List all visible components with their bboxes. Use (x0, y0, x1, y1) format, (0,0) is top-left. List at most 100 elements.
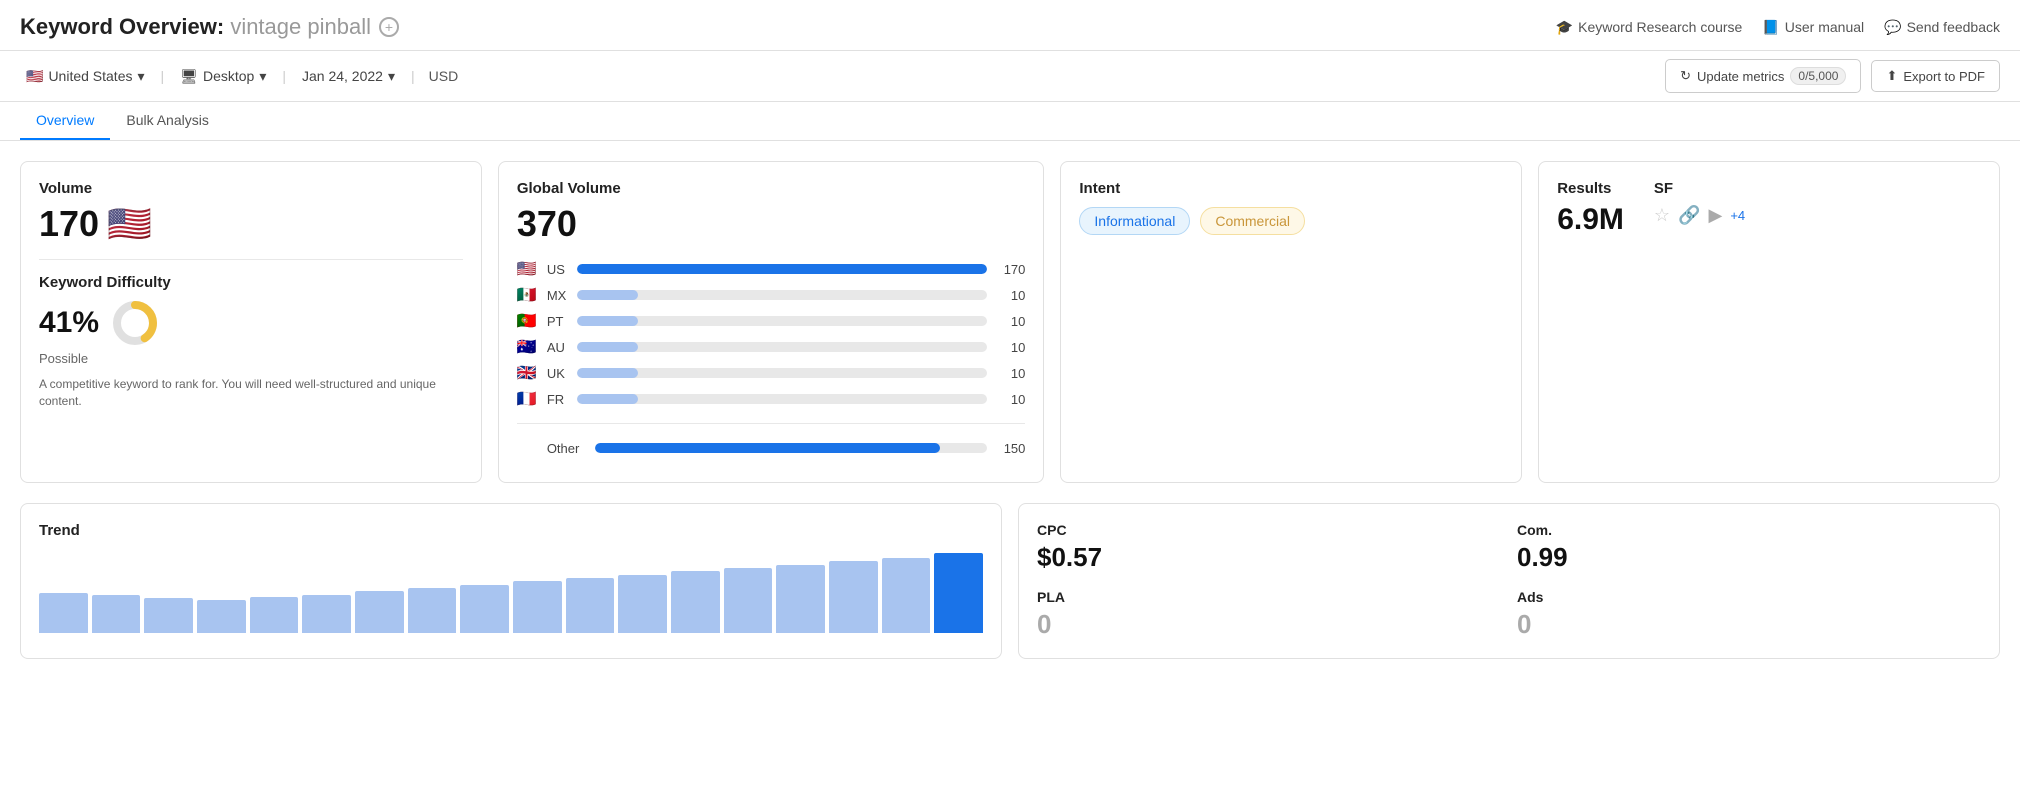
trend-bar (197, 600, 246, 633)
ads-item: Ads 0 (1517, 589, 1981, 640)
trend-bar (934, 553, 983, 633)
feedback-label: Send feedback (1907, 19, 2000, 35)
bar-row-fr: 🇫🇷 FR 10 (517, 389, 1026, 409)
us-flag: 🇺🇸 (107, 203, 152, 245)
tab-bulk-analysis[interactable]: Bulk Analysis (110, 102, 224, 140)
trend-bar (302, 595, 351, 633)
flag-mx: 🇲🇽 (517, 285, 539, 305)
export-pdf-button[interactable]: ⬆ Export to PDF (1871, 60, 2000, 92)
flag-pt: 🇵🇹 (517, 311, 539, 331)
title-keyword: vintage pinball (230, 14, 371, 39)
intent-badges: Informational Commercial (1079, 207, 1503, 235)
flag-fr: 🇫🇷 (517, 389, 539, 409)
title-prefix: Keyword Overview: (20, 14, 224, 39)
kd-section: Keyword Difficulty 41% Possible A compet… (39, 274, 463, 410)
desktop-icon: 🖥 (180, 68, 198, 85)
tabs: Overview Bulk Analysis (0, 102, 2020, 141)
course-label: Keyword Research course (1578, 19, 1742, 35)
sf-col: SF ☆ 🔗 ▶ +4 (1654, 180, 1745, 237)
cpc-item: CPC $0.57 (1037, 522, 1501, 573)
main-content: Volume 170 🇺🇸 Keyword Difficulty 41% Pos… (0, 141, 2020, 503)
bar-fill-pt (577, 316, 639, 326)
trend-label: Trend (39, 522, 983, 539)
flag-icon: 🇺🇸 (26, 68, 43, 85)
trend-bar (513, 581, 562, 633)
sf-label: SF (1654, 180, 1745, 197)
results-row: Results 6.9M SF ☆ 🔗 ▶ +4 (1557, 180, 1981, 237)
volume-label: Volume (39, 180, 463, 197)
bar-fill-uk (577, 368, 639, 378)
intent-card: Intent Informational Commercial (1060, 161, 1522, 483)
trend-bar (250, 597, 299, 633)
refresh-icon: ↻ (1680, 68, 1691, 84)
divider: | (161, 68, 165, 84)
device-selector[interactable]: 🖥 Desktop ▾ (174, 64, 272, 89)
trend-bar (776, 565, 825, 633)
results-label: Results (1557, 180, 1624, 197)
bar-track-pt (577, 316, 988, 326)
trend-bar (144, 598, 193, 633)
bar-track-other (595, 443, 987, 453)
date-selector[interactable]: Jan 24, 2022 ▾ (296, 64, 401, 89)
intent-label: Intent (1079, 180, 1503, 197)
bar-track-au (577, 342, 988, 352)
results-value: 6.9M (1557, 203, 1624, 237)
tab-overview[interactable]: Overview (20, 102, 110, 140)
divider (39, 259, 463, 260)
country-selector[interactable]: 🇺🇸 United States ▾ (20, 64, 151, 89)
bar-track-fr (577, 394, 988, 404)
toolbar-right: ↻ Update metrics 0/5,000 ⬆ Export to PDF (1665, 59, 2000, 93)
keyword-course-link[interactable]: 🎓 Keyword Research course (1556, 19, 1743, 36)
header-left: Keyword Overview: vintage pinball + (20, 14, 399, 40)
update-metrics-button[interactable]: ↻ Update metrics 0/5,000 (1665, 59, 1861, 93)
export-label: Export to PDF (1903, 69, 1985, 84)
trend-bar (355, 591, 404, 633)
add-keyword-icon[interactable]: + (379, 17, 399, 37)
intent-badge-commercial: Commercial (1200, 207, 1305, 235)
trend-bar (566, 578, 615, 633)
chevron-down-icon: ▾ (388, 68, 395, 85)
kd-label: Keyword Difficulty (39, 274, 463, 291)
bar-fill-mx (577, 290, 639, 300)
graduation-icon: 🎓 (1556, 19, 1573, 36)
bar-fill-fr (577, 394, 639, 404)
currency-label: USD (429, 68, 459, 84)
link-icon: 🔗 (1678, 205, 1700, 226)
bar-fill-other (595, 443, 940, 453)
com-value: 0.99 (1517, 542, 1981, 573)
toolbar: 🇺🇸 United States ▾ | 🖥 Desktop ▾ | Jan 2… (0, 51, 2020, 102)
trend-bar (408, 588, 457, 633)
bar-row-other: 🏳 Other 150 (517, 438, 1026, 458)
chevron-down-icon: ▾ (138, 68, 145, 85)
flag-uk: 🇬🇧 (517, 363, 539, 383)
flag-us: 🇺🇸 (517, 259, 539, 279)
results-card: Results 6.9M SF ☆ 🔗 ▶ +4 (1538, 161, 2000, 483)
results-col: Results 6.9M (1557, 180, 1624, 237)
global-volume-label: Global Volume (517, 180, 1026, 197)
send-feedback-link[interactable]: 💬 Send feedback (1884, 19, 2000, 36)
bar-row-au: 🇦🇺 AU 10 (517, 337, 1026, 357)
user-manual-link[interactable]: 📘 User manual (1762, 19, 1864, 36)
video-icon: ▶ (1708, 205, 1722, 226)
export-icon: ⬆ (1886, 68, 1897, 84)
cpc-value: $0.57 (1037, 542, 1501, 573)
sf-more: +4 (1730, 208, 1745, 223)
trend-bar (724, 568, 773, 633)
intent-badge-info: Informational (1079, 207, 1190, 235)
pla-item: PLA 0 (1037, 589, 1501, 640)
flag-au: 🇦🇺 (517, 337, 539, 357)
divider: | (282, 68, 286, 84)
global-volume-value: 370 (517, 203, 1026, 245)
cpc-label: CPC (1037, 522, 1501, 538)
chat-icon: 💬 (1884, 19, 1901, 36)
bar-row-us: 🇺🇸 US 170 (517, 259, 1026, 279)
trend-bar (618, 575, 667, 633)
bar-row-uk: 🇬🇧 UK 10 (517, 363, 1026, 383)
trend-bars (39, 553, 983, 633)
trend-bar (882, 558, 931, 633)
bar-row-pt: 🇵🇹 PT 10 (517, 311, 1026, 331)
cpc-grid: CPC $0.57 Com. 0.99 PLA 0 Ads 0 (1037, 522, 1981, 640)
divider: | (411, 68, 415, 84)
page-title: Keyword Overview: vintage pinball (20, 14, 371, 40)
kd-value: 41% (39, 306, 99, 340)
